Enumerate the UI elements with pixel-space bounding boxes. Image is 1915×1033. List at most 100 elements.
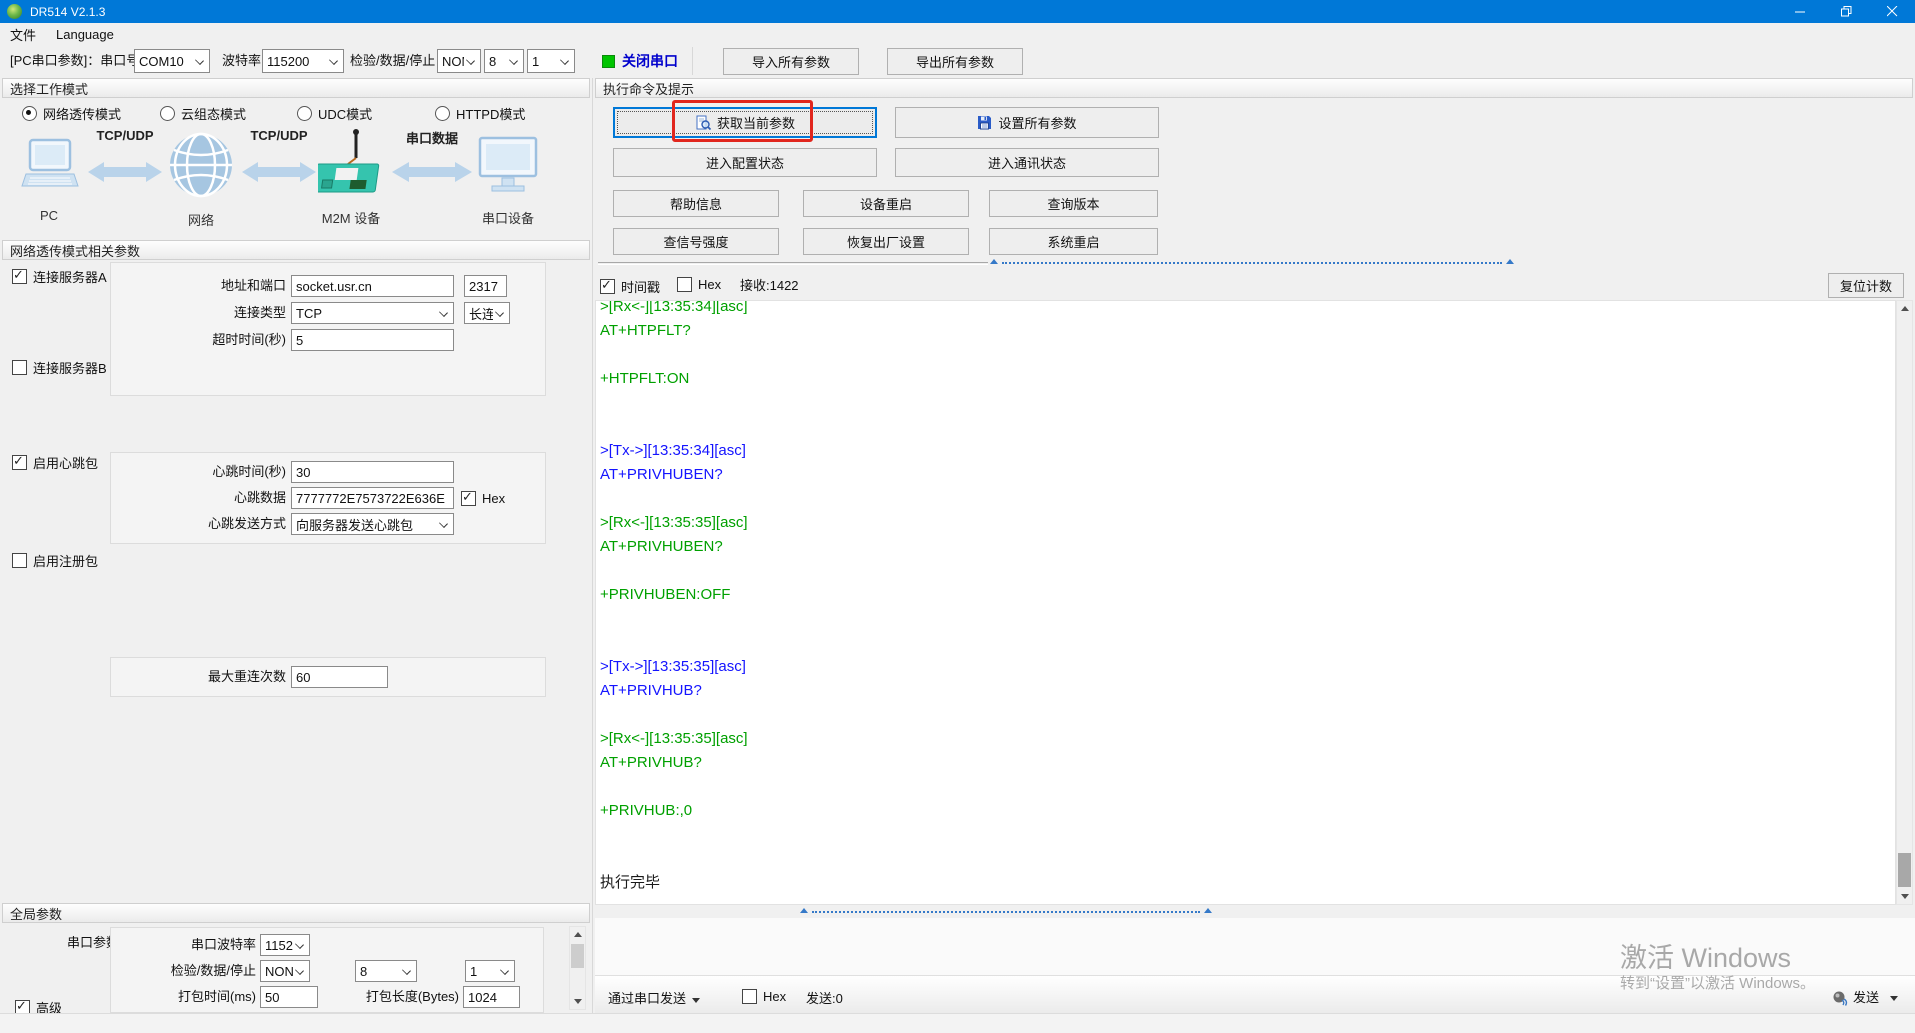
radio-cloud-scada[interactable]: 云组态模式: [160, 104, 246, 123]
get-params-button[interactable]: 获取当前参数: [613, 107, 877, 138]
server-a-checkbox[interactable]: 连接服务器A: [12, 267, 107, 286]
send-splitter-handle[interactable]: [800, 906, 1212, 916]
log-scrollbar[interactable]: [1896, 300, 1913, 905]
baud-label: 波特率: [222, 53, 262, 68]
pack-time-input[interactable]: 50: [260, 986, 318, 1008]
windows-activation-watermark-sub: 转到“设置”以激活 Windows。: [1620, 975, 1816, 992]
system-reboot-button[interactable]: 系统重启: [989, 228, 1158, 255]
menu-language[interactable]: Language: [46, 23, 124, 45]
g-parity-select[interactable]: NONE: [260, 960, 310, 982]
hb-hex-checkbox[interactable]: Hex: [461, 489, 505, 506]
register-checkbox[interactable]: 启用注册包: [12, 551, 98, 570]
g-baud-select[interactable]: 115200: [260, 934, 310, 956]
baud-select[interactable]: 115200: [262, 49, 344, 73]
heartbeat-groupbox: 心跳时间(秒) 30 心跳数据 7777772E7573722E636E Hex…: [110, 452, 546, 544]
help-info-button[interactable]: 帮助信息: [613, 190, 779, 217]
toolbar-separator: [692, 47, 693, 75]
menu-file[interactable]: 文件: [0, 23, 46, 45]
g-databits-select[interactable]: 8: [355, 960, 417, 982]
reconnect-label: 最大重连次数: [207, 669, 286, 684]
windows-activation-watermark: 激活 Windows: [1620, 943, 1792, 973]
databits-select[interactable]: 8: [484, 49, 524, 73]
radio-udc-mode[interactable]: UDC模式: [297, 104, 372, 123]
speaker-icon: [1833, 991, 1848, 1006]
node-label: 网络: [187, 213, 214, 228]
scroll-up-icon[interactable]: [1901, 306, 1909, 311]
hb-mode-select[interactable]: 向服务器发送心跳包: [291, 513, 454, 535]
import-params-button[interactable]: 导入所有参数: [723, 48, 859, 75]
log-line: >[Rx<-][13:35:34][asc]: [600, 300, 748, 315]
link-label: 串口数据: [405, 131, 458, 146]
hb-time-input[interactable]: 30: [291, 461, 454, 483]
minimize-button[interactable]: [1777, 0, 1823, 23]
radio-httpd-mode[interactable]: HTTPD模式: [435, 104, 525, 123]
left-panel-scrollbar[interactable]: [569, 926, 586, 1010]
log-splitter-handle[interactable]: [990, 257, 1514, 267]
query-signal-button[interactable]: 查信号强度: [613, 228, 779, 255]
splitter-arrow-icon: [800, 908, 808, 913]
log-hex-checkbox[interactable]: Hex: [677, 277, 721, 292]
scrollbar-thumb[interactable]: [571, 944, 584, 968]
restore-icon: [1840, 6, 1851, 17]
hb-mode-label: 心跳发送方式: [207, 516, 286, 531]
send-button[interactable]: 发送: [1832, 986, 1899, 1010]
chevron-down-icon: [509, 56, 519, 66]
send-method-dropdown[interactable]: 通过串口发送: [608, 987, 701, 1011]
enter-comm-button[interactable]: 进入通讯状态: [895, 148, 1159, 177]
checkbox-icon: [461, 489, 476, 506]
device-reboot-button[interactable]: 设备重启: [803, 190, 969, 217]
checkbox-icon: [677, 277, 692, 292]
server-a-port-input[interactable]: 2317: [464, 275, 507, 297]
scrollbar-thumb[interactable]: [1898, 853, 1911, 887]
radio-icon: [297, 106, 312, 121]
com-port-select[interactable]: COM10: [134, 49, 210, 73]
query-version-button[interactable]: 查询版本: [989, 190, 1158, 217]
export-params-button[interactable]: 导出所有参数: [887, 48, 1023, 75]
stopbits-select[interactable]: 1: [527, 49, 575, 73]
menu-bar: 文件 Language: [0, 23, 1915, 45]
timeout-input[interactable]: 5: [291, 329, 454, 351]
server-b-checkbox[interactable]: 连接服务器B: [12, 358, 107, 377]
checkbox-label: Hex: [698, 277, 722, 292]
enter-config-button[interactable]: 进入配置状态: [613, 148, 877, 177]
checkbox-icon: [12, 360, 27, 375]
scroll-down-icon[interactable]: [1901, 894, 1909, 899]
close-port-button[interactable]: 关闭串口: [622, 51, 678, 71]
scroll-down-icon[interactable]: [574, 999, 582, 1004]
splitter-dotted-line: [812, 911, 1200, 913]
hb-data-input[interactable]: 7777772E7573722E636E: [291, 487, 454, 509]
log-textarea[interactable]: >[Rx<-][13:35:34][asc] AT+HTPFLT? +HTPFL…: [595, 300, 1896, 905]
pack-len-input[interactable]: 1024: [463, 986, 520, 1008]
checkbox-label: 连接服务器A: [33, 270, 107, 285]
parity-select[interactable]: NONI: [437, 49, 481, 73]
reset-count-button[interactable]: 复位计数: [1828, 273, 1904, 298]
m2m-device-icon: [318, 129, 380, 193]
heartbeat-checkbox[interactable]: 启用心跳包: [12, 453, 98, 472]
scroll-up-icon[interactable]: [574, 932, 582, 937]
set-params-button[interactable]: 设置所有参数: [895, 107, 1159, 138]
g-stopbits-select[interactable]: 1: [465, 960, 515, 982]
conn-type-select[interactable]: TCP: [291, 302, 454, 324]
reconnect-input[interactable]: 60: [291, 666, 388, 688]
chevron-down-icon: [500, 966, 510, 976]
conn-mode-select[interactable]: 长连接: [464, 302, 510, 324]
send-hex-checkbox[interactable]: Hex: [742, 989, 786, 1004]
chevron-down-icon: [295, 940, 305, 950]
radio-net-transparent[interactable]: 网络透传模式: [22, 104, 121, 123]
restore-button[interactable]: [1823, 0, 1869, 23]
close-button[interactable]: [1869, 0, 1915, 23]
checkbox-label: 启用心跳包: [33, 456, 99, 471]
timestamp-checkbox[interactable]: 时间戳: [600, 277, 660, 296]
sent-count-label: 发送:0: [806, 991, 843, 1006]
server-a-address-input[interactable]: socket.usr.cn: [291, 275, 454, 297]
log-line: >[Tx->][13:35:35][asc]: [600, 658, 746, 675]
chevron-down-icon: [495, 308, 505, 318]
app-icon: [7, 4, 22, 19]
chevron-down-icon: [439, 519, 449, 529]
conn-type-label: 连接类型: [233, 305, 286, 320]
factory-reset-button[interactable]: 恢复出厂设置: [803, 228, 969, 255]
